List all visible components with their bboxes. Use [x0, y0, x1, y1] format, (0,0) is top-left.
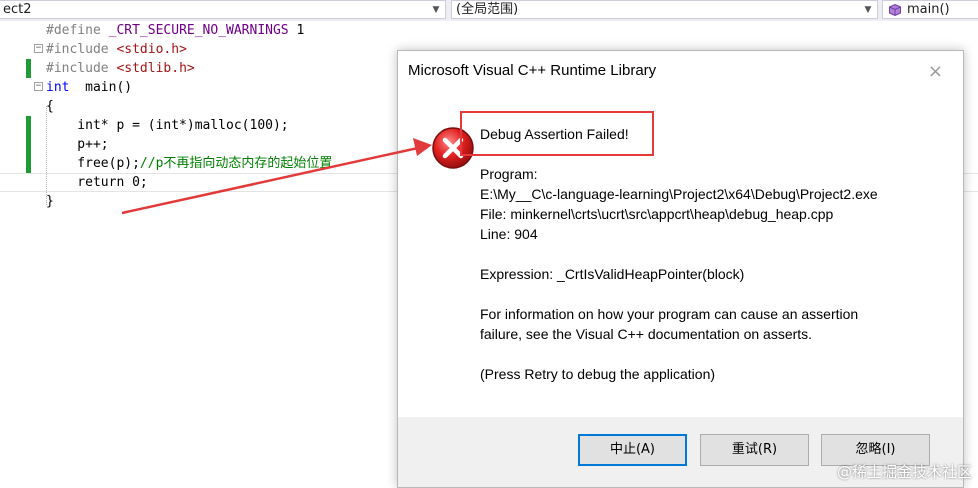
code-token: return 0; — [46, 175, 148, 190]
code-text: #include <stdlib.h> — [46, 59, 195, 78]
code-token: #include — [46, 42, 117, 57]
code-token: } — [46, 194, 54, 209]
collapse-icon[interactable]: − — [34, 44, 43, 53]
code-text: int main() — [46, 78, 132, 97]
code-comment: //p不再指向动态内存的起始位置 — [139, 156, 333, 171]
close-icon[interactable]: × — [928, 61, 943, 82]
scope-dropdown-value: (全局范围) — [456, 2, 519, 17]
retry-hint: (Press Retry to debug the application) — [480, 366, 716, 382]
code-text: #include <stdio.h> — [46, 40, 187, 59]
code-token: int* p = (int*)malloc(100); — [46, 118, 289, 133]
watermark: @稀土掘金技术社区 — [836, 463, 972, 481]
file-info: File: minkernel\crts\ucrt\src\appcrt\hea… — [480, 206, 834, 222]
code-token: p++; — [46, 137, 109, 152]
code-token: free(p); — [46, 156, 140, 171]
chevron-down-icon[interactable]: ▼ — [430, 1, 442, 19]
runtime-error-dialog: Microsoft Visual C++ Runtime Library × D… — [397, 50, 964, 488]
info-text-1: For information on how your program can … — [480, 306, 859, 322]
code-text: } — [46, 192, 54, 211]
line-info: Line: 904 — [480, 226, 538, 242]
code-line-1[interactable]: #define _CRT_SECURE_NO_WARNINGS 1 — [0, 21, 978, 40]
code-text: { — [46, 97, 54, 116]
method-cube-icon — [889, 4, 901, 16]
project-dropdown[interactable]: ect2 ▼ — [0, 0, 446, 19]
code-text: int* p = (int*)malloc(100); — [46, 116, 289, 135]
abort-button[interactable]: 中止(A) — [578, 434, 687, 466]
code-text: #define _CRT_SECURE_NO_WARNINGS 1 — [46, 21, 304, 40]
code-text: free(p);//p不再指向动态内存的起始位置 — [46, 154, 332, 173]
code-token: <stdio.h> — [116, 42, 187, 57]
code-text: p++; — [46, 135, 109, 154]
code-token: #define — [46, 23, 109, 38]
expression-info: Expression: _CrtIsValidHeapPointer(block… — [480, 266, 745, 282]
dialog-title: Microsoft Visual C++ Runtime Library — [408, 62, 657, 79]
retry-button[interactable]: 重试(R) — [700, 434, 809, 466]
chevron-down-icon[interactable]: ▼ — [862, 1, 874, 19]
code-token: main() — [69, 80, 133, 95]
project-dropdown-value: ect2 — [3, 2, 32, 17]
code-token: #include — [46, 61, 117, 76]
function-dropdown-value: main() — [907, 2, 950, 17]
code-token: <stdlib.h> — [116, 61, 195, 76]
code-text: return 0; — [46, 173, 148, 192]
code-token: { — [46, 99, 54, 114]
collapse-icon[interactable]: − — [34, 82, 43, 91]
function-dropdown[interactable]: main() — [882, 0, 978, 19]
code-token: 1 — [288, 23, 305, 38]
info-text-2: failure, see the Visual C++ documentatio… — [480, 326, 813, 342]
program-path: E:\My__C\c-language-learning\Project2\x6… — [480, 186, 878, 202]
program-label: Program: — [480, 166, 538, 182]
scope-dropdown[interactable]: (全局范围) ▼ — [451, 0, 878, 19]
assertion-heading: Debug Assertion Failed! — [480, 126, 629, 142]
code-token: int — [46, 80, 70, 95]
navigation-bar: ect2 ▼ (全局范围) ▼ main() — [0, 0, 978, 22]
code-token: _CRT_SECURE_NO_WARNINGS — [108, 23, 289, 38]
